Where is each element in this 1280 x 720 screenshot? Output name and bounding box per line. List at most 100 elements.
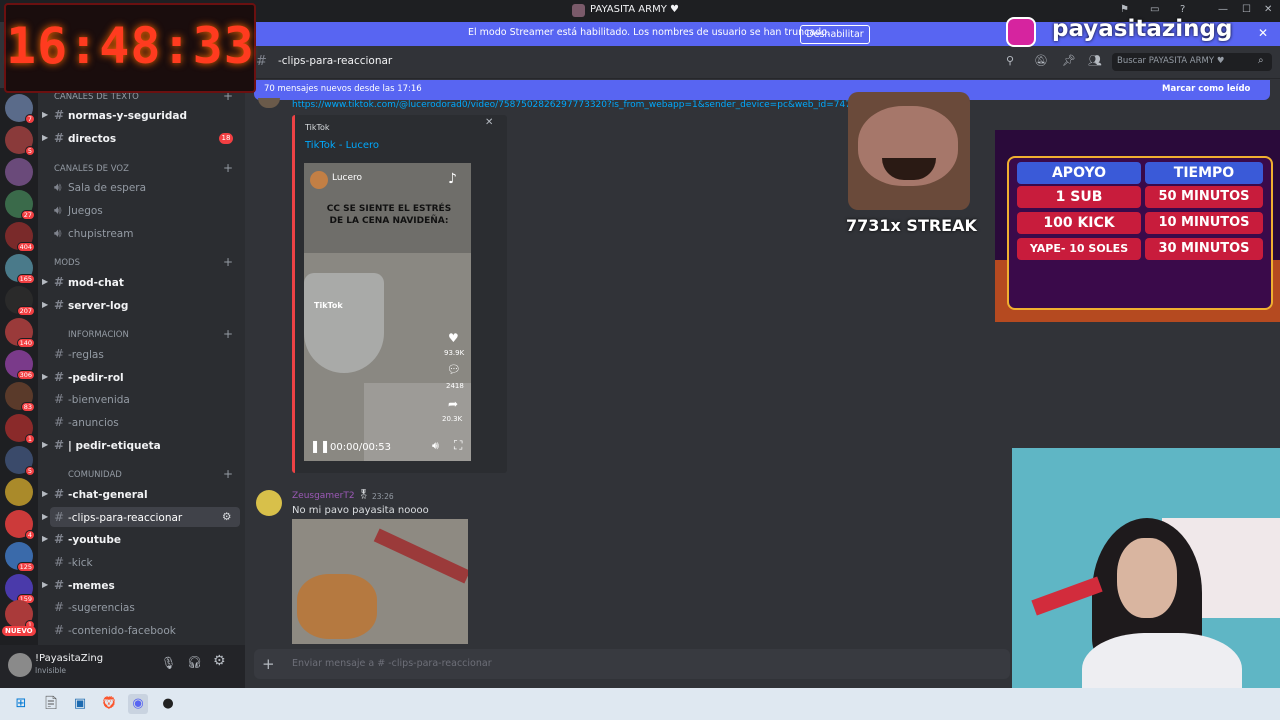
channel-memes[interactable]: # -memes xyxy=(50,575,240,595)
server-icon[interactable]: 306 xyxy=(5,350,35,380)
server-icon[interactable]: 5 xyxy=(5,446,35,476)
obs-icon[interactable]: ● xyxy=(158,694,178,714)
header-tiempo: TIEMPO xyxy=(1145,162,1263,184)
channel-directos[interactable]: # directos xyxy=(50,128,240,148)
message-author[interactable]: ZeusgamerT2 xyxy=(292,491,355,501)
server-icon[interactable] xyxy=(5,158,33,186)
chevron-right-icon[interactable]: ▶ xyxy=(42,133,48,142)
channel-anuncios[interactable]: # -anuncios xyxy=(50,412,240,432)
server-icon[interactable]: 4 xyxy=(5,510,35,540)
chevron-right-icon[interactable]: ▶ xyxy=(42,300,48,309)
microphone-icon[interactable]: 🎙︎ xyxy=(161,656,176,670)
server-icon[interactable] xyxy=(5,478,33,506)
volume-icon[interactable]: 🔊︎ xyxy=(432,439,439,453)
channel-title: -clips-para-reaccionar xyxy=(278,55,393,67)
start-icon[interactable]: ⊞ xyxy=(11,694,31,714)
server-icon[interactable]: 27 xyxy=(5,190,35,220)
task-view-icon[interactable]: ▣ xyxy=(70,694,90,714)
server-icon[interactable]: 159 xyxy=(5,574,35,604)
voice-channel[interactable]: 🔊︎ chupistream xyxy=(50,223,240,243)
pause-icon[interactable]: ❚❚ xyxy=(310,439,330,453)
add-channel-icon[interactable]: + xyxy=(223,255,233,269)
attach-icon[interactable]: + xyxy=(262,655,275,673)
brave-icon[interactable]: 🦁︎ xyxy=(99,694,119,714)
message-avatar[interactable] xyxy=(258,98,280,108)
channel-server-log[interactable]: # server-log xyxy=(50,295,240,315)
close-banner-icon[interactable]: ✕ xyxy=(1258,26,1268,40)
add-channel-icon[interactable]: + xyxy=(223,467,233,481)
server-badge: 125 xyxy=(16,562,35,572)
server-icon[interactable]: 165 xyxy=(5,254,35,284)
promo-left-2: 100 KICK xyxy=(1017,212,1141,234)
add-channel-icon[interactable]: + xyxy=(223,161,233,175)
tiktok-link[interactable]: https://www.tiktok.com/@lucerodorad0/vid… xyxy=(292,100,852,110)
message-image[interactable] xyxy=(292,519,468,644)
discord-icon[interactable]: ◉ xyxy=(128,694,148,714)
avatar[interactable] xyxy=(8,653,32,677)
category-voice-channels[interactable]: Canales de voz xyxy=(54,164,129,174)
server-icon[interactable]: 7 xyxy=(5,94,35,124)
server-icon[interactable]: 1 xyxy=(5,414,35,444)
channel-pedir-etiqueta[interactable]: # | pedir-etiqueta xyxy=(50,435,240,455)
message-avatar[interactable] xyxy=(256,490,282,516)
add-channel-icon[interactable]: + xyxy=(223,327,233,341)
channel-bienvenida[interactable]: # -bienvenida xyxy=(50,389,240,409)
voice-channel[interactable]: 🔊︎ Sala de espera xyxy=(50,177,240,197)
disable-streamer-button[interactable]: Deshabilitar xyxy=(800,25,870,44)
hash-icon: # xyxy=(54,487,65,501)
file-explorer-icon[interactable]: 📄︎ xyxy=(41,694,61,714)
fullscreen-icon[interactable]: ⛶ xyxy=(454,438,462,453)
new-messages-bar[interactable]: 70 mensajes nuevos desde las 17:16 Marca… xyxy=(254,80,1270,100)
category-informacion[interactable]: INFORMACION xyxy=(68,330,129,340)
server-icon[interactable]: 404 xyxy=(5,222,35,252)
hash-icon: # xyxy=(54,510,65,524)
server-icon[interactable]: 140 xyxy=(5,318,35,348)
chevron-right-icon[interactable]: ▶ xyxy=(42,440,48,449)
voice-channel[interactable]: 🔊︎ Juegos xyxy=(50,200,240,220)
settings-icon[interactable]: ⚙ xyxy=(222,507,231,527)
server-icon[interactable]: 1 xyxy=(5,600,35,630)
category-comunidad[interactable]: COMUNIDAD xyxy=(68,470,122,480)
hash-icon: # xyxy=(54,298,65,312)
channel-chat-general[interactable]: # -chat-general xyxy=(50,484,240,504)
server-icon[interactable]: 5 xyxy=(5,126,35,156)
close-icon[interactable]: ✕ xyxy=(1264,4,1272,15)
channel-pedir-rol[interactable]: # -pedir-rol xyxy=(50,367,240,387)
promo-right-1: 50 MINUTOS xyxy=(1145,186,1263,208)
headset-icon[interactable]: 🎧︎ xyxy=(187,655,202,669)
channel-clips-para-reaccionar[interactable]: # -clips-para-reaccionar ⚙ xyxy=(50,507,240,527)
channel-mod-chat[interactable]: # mod-chat xyxy=(50,272,240,292)
chevron-right-icon[interactable]: ▶ xyxy=(42,110,48,119)
new-messages-text: 70 mensajes nuevos desde las 17:16 xyxy=(264,84,422,94)
chevron-right-icon[interactable]: ▶ xyxy=(42,372,48,381)
turkey-image xyxy=(297,574,377,639)
chevron-right-icon[interactable]: ▶ xyxy=(42,277,48,286)
chevron-right-icon[interactable]: ▶ xyxy=(42,512,48,521)
new-label: NUEVO xyxy=(2,626,36,636)
hash-icon: # xyxy=(54,623,65,637)
share-icon: ➦ xyxy=(448,397,459,411)
chevron-right-icon[interactable]: ▶ xyxy=(42,580,48,589)
embed-close-icon[interactable]: ✕ xyxy=(485,117,493,128)
channel-contenido-facebook[interactable]: # -contenido-facebook xyxy=(50,620,240,640)
server-icon[interactable]: 125 xyxy=(5,542,35,572)
tiktok-video-player[interactable]: Lucero ♪ CC SE SIENTE EL ESTRÉS DE LA CE… xyxy=(304,163,471,461)
hash-icon: # xyxy=(54,578,65,592)
message-input[interactable]: + Enviar mensaje a # -clips-para-reaccio… xyxy=(254,649,1010,679)
channel-label: -pedir-rol xyxy=(68,372,124,384)
category-text-channels[interactable]: Canales de texto xyxy=(54,92,139,102)
channel-youtube[interactable]: # -youtube xyxy=(50,529,240,549)
user-settings-icon[interactable]: ⚙ xyxy=(213,653,226,669)
channel-reglas[interactable]: # -reglas xyxy=(50,344,240,364)
channel-normas[interactable]: # normas-y-seguridad xyxy=(50,105,240,125)
chevron-right-icon[interactable]: ▶ xyxy=(42,489,48,498)
server-icon[interactable]: 207 xyxy=(5,286,35,316)
channel-kick[interactable]: # -kick xyxy=(50,552,240,572)
channel-sugerencias[interactable]: # -sugerencias xyxy=(50,597,240,617)
speaker-icon: 🔊︎ xyxy=(54,180,62,194)
embed-title[interactable]: TikTok - Lucero xyxy=(305,140,379,151)
mark-as-read-button[interactable]: Marcar como leído xyxy=(1162,84,1250,94)
chevron-right-icon[interactable]: ▶ xyxy=(42,534,48,543)
server-icon[interactable]: 83 xyxy=(5,382,35,412)
category-mods[interactable]: MODS xyxy=(54,258,80,268)
